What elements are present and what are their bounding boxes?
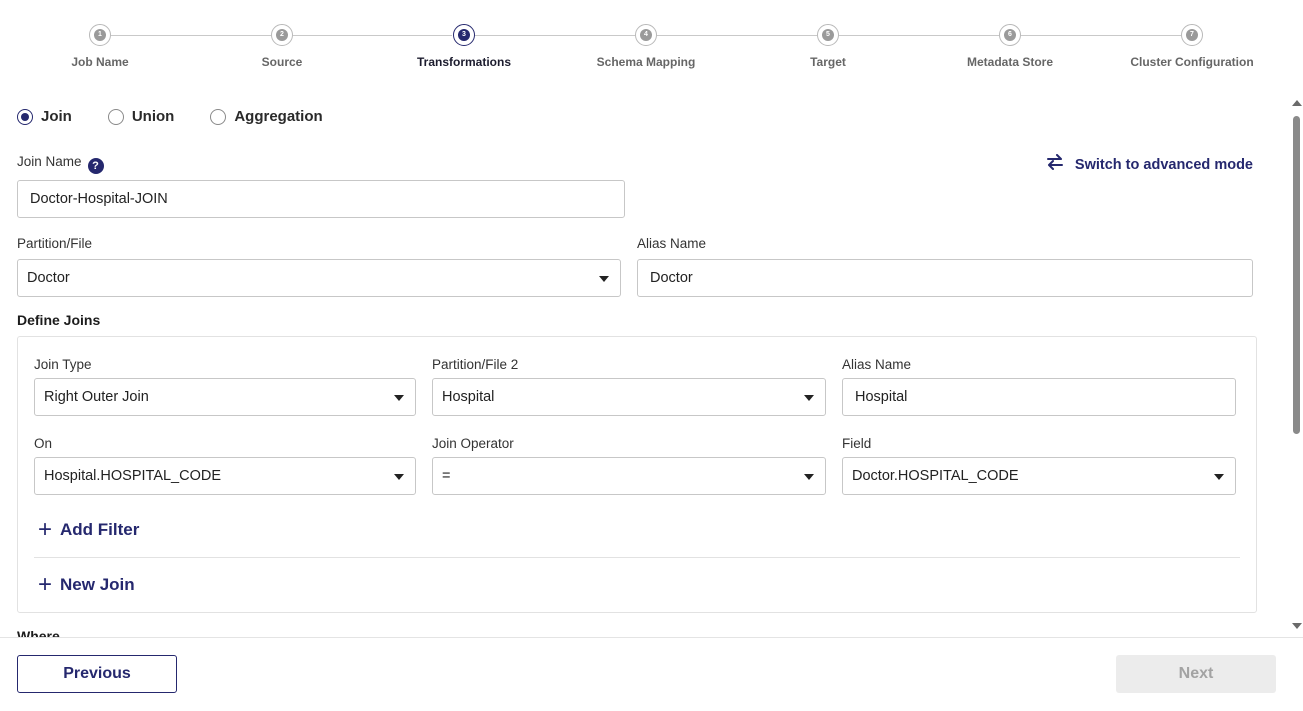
add-filter-button[interactable]: + Add Filter <box>38 518 139 542</box>
switch-advanced-mode-button[interactable]: Switch to advanced mode <box>1045 154 1253 175</box>
wizard-footer: Previous Next <box>0 637 1303 711</box>
step-number: 5 <box>822 29 834 41</box>
transformations-form: Join Union Aggregation Join Name? Switch… <box>0 95 1290 637</box>
step-label: Source <box>261 55 303 69</box>
step-circle: 4 <box>635 24 657 46</box>
step-circle: 5 <box>817 24 839 46</box>
wizard-stepper: 1 Job Name 2 Source 3 Transformations 4 … <box>0 0 1303 90</box>
on-label: On <box>34 436 53 451</box>
step-label: Job Name <box>71 55 129 69</box>
define-joins-panel: Join Type Partition/File 2 Alias Name Ri… <box>17 336 1257 613</box>
step-label: Transformations <box>416 55 512 69</box>
next-button[interactable]: Next <box>1116 655 1276 693</box>
chevron-down-icon <box>394 395 404 401</box>
step-label: Target <box>810 55 846 69</box>
scroll-up-arrow-icon[interactable] <box>1292 100 1302 106</box>
chevron-down-icon <box>804 395 814 401</box>
add-filter-label: Add Filter <box>60 520 140 539</box>
step-number: 1 <box>94 29 106 41</box>
step-number: 3 <box>458 29 470 41</box>
radio-label: Join <box>41 108 72 125</box>
radio-dot <box>21 112 29 121</box>
alias-name-label: Alias Name <box>637 236 707 251</box>
step-cluster-configuration[interactable]: 7 Cluster Configuration <box>1101 24 1283 69</box>
step-circle: 1 <box>89 24 111 46</box>
scroll-thumb[interactable] <box>1293 116 1300 434</box>
step-number: 6 <box>1004 29 1016 41</box>
new-join-label: New Join <box>60 575 135 594</box>
radio-unchecked-icon <box>210 108 227 125</box>
step-transformations[interactable]: 3 Transformations <box>373 24 555 69</box>
step-label: Schema Mapping <box>596 55 696 69</box>
join-name-input[interactable]: Doctor-Hospital-JOIN <box>17 180 625 218</box>
step-number: 7 <box>1186 29 1198 41</box>
step-circle: 6 <box>999 24 1021 46</box>
step-target[interactable]: 5 Target <box>737 24 919 69</box>
swap-arrows-icon <box>1045 154 1065 175</box>
plus-icon: + <box>38 571 53 598</box>
chevron-down-icon <box>394 474 404 480</box>
chevron-down-icon <box>599 276 609 282</box>
join-operator-select[interactable]: = <box>432 457 826 495</box>
help-icon[interactable]: ? <box>87 158 104 174</box>
radio-aggregation[interactable]: Aggregation <box>210 108 323 125</box>
partition-file-2-label: Partition/File 2 <box>432 357 519 372</box>
step-number: 4 <box>640 29 652 41</box>
step-schema-mapping[interactable]: 4 Schema Mapping <box>555 24 737 69</box>
step-number: 2 <box>276 29 288 41</box>
select-value: Hospital <box>442 389 495 405</box>
chevron-down-icon <box>804 474 814 480</box>
join-name-label-row: Join Name? <box>17 154 104 174</box>
alias-name-2-label: Alias Name <box>842 357 912 372</box>
select-value: Doctor.HOSPITAL_CODE <box>852 468 1019 484</box>
transform-type-radio-group: Join Union Aggregation <box>17 108 359 125</box>
radio-union[interactable]: Union <box>107 108 175 125</box>
on-select[interactable]: Hospital.HOSPITAL_CODE <box>34 457 416 495</box>
join-operator-label: Join Operator <box>432 436 514 451</box>
chevron-down-icon <box>1214 474 1224 480</box>
step-circle: 7 <box>1181 24 1203 46</box>
select-value: = <box>442 468 451 484</box>
scroll-down-arrow-icon[interactable] <box>1292 623 1302 629</box>
partition-file-2-select[interactable]: Hospital <box>432 378 826 416</box>
previous-button[interactable]: Previous <box>17 655 177 693</box>
select-value: Doctor <box>27 270 70 286</box>
step-circle: 2 <box>271 24 293 46</box>
radio-join[interactable]: Join <box>17 108 72 125</box>
join-name-label: Join Name <box>17 154 82 169</box>
divider <box>34 557 1240 558</box>
step-circle: 3 <box>453 24 475 46</box>
field-label: Field <box>842 436 872 451</box>
partition-file-label: Partition/File <box>17 236 93 251</box>
join-type-select[interactable]: Right Outer Join <box>34 378 416 416</box>
step-metadata-store[interactable]: 6 Metadata Store <box>919 24 1101 69</box>
step-job-name[interactable]: 1 Job Name <box>9 24 191 69</box>
define-joins-title: Define Joins <box>17 312 101 328</box>
switch-advanced-mode-label: Switch to advanced mode <box>1074 156 1253 173</box>
step-source[interactable]: 2 Source <box>191 24 373 69</box>
vertical-scrollbar[interactable] <box>1290 98 1303 631</box>
alias-name-input[interactable]: Doctor <box>637 259 1253 297</box>
select-value: Right Outer Join <box>44 389 149 405</box>
select-value: Hospital.HOSPITAL_CODE <box>44 468 222 484</box>
where-title: Where <box>17 628 60 637</box>
step-label: Metadata Store <box>966 55 1054 69</box>
plus-icon: + <box>38 516 53 543</box>
step-label: Cluster Configuration <box>1130 55 1254 69</box>
radio-checked-icon <box>17 108 33 125</box>
radio-unchecked-icon <box>107 108 124 125</box>
alias-name-2-input[interactable]: Hospital <box>842 378 1236 416</box>
partition-file-select[interactable]: Doctor <box>17 259 621 297</box>
radio-label: Aggregation <box>234 108 323 125</box>
field-select[interactable]: Doctor.HOSPITAL_CODE <box>842 457 1236 495</box>
new-join-button[interactable]: + New Join <box>38 573 135 597</box>
radio-label: Union <box>131 108 175 125</box>
join-type-label: Join Type <box>34 357 92 372</box>
